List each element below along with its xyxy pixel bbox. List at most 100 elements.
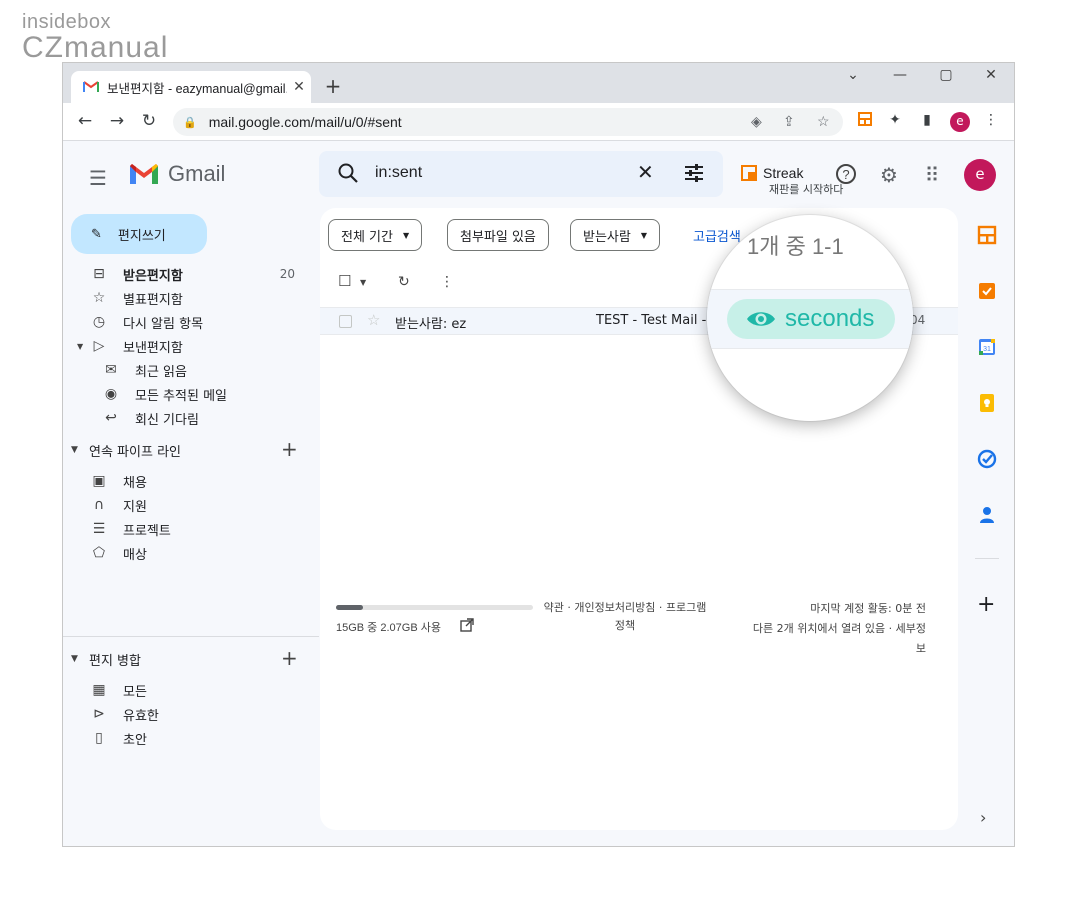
- collapse-caret-icon[interactable]: ▼: [71, 654, 78, 664]
- tasks-check-icon[interactable]: [977, 449, 997, 469]
- play-circle-icon: ⊳: [93, 706, 105, 722]
- add-addon-icon[interactable]: +: [977, 592, 995, 617]
- sidebar-item-pipeline[interactable]: ⬠ 매상: [63, 541, 315, 565]
- row-star-icon[interactable]: ☆: [367, 311, 380, 329]
- footer-links-line2[interactable]: 정책: [534, 617, 716, 635]
- open-external-icon[interactable]: [460, 618, 474, 632]
- sidebar-item-merge[interactable]: ▦ 모든: [63, 678, 315, 702]
- filter-period-chip[interactable]: 전체 기간 ▼: [328, 219, 423, 251]
- close-window-icon[interactable]: ✕: [976, 67, 1006, 83]
- search-input[interactable]: in:sent: [375, 164, 422, 182]
- filter-period-label: 전체 기간: [341, 229, 393, 245]
- new-tab-icon[interactable]: +: [321, 74, 345, 98]
- footer-links[interactable]: 약관 · 개인정보처리방침 · 프로그램 정책: [534, 599, 716, 635]
- magnifier-callout: 1개 중 1-1 › seconds: [707, 215, 913, 421]
- storage-progress-bar: [336, 605, 533, 610]
- sidebar-item-label: 보낸편지함: [123, 340, 183, 356]
- merge-section-header[interactable]: ▼ 편지 병합 +: [63, 647, 315, 671]
- advanced-search-link[interactable]: 고급검색: [693, 226, 741, 245]
- sidebar-item-label: 회신 기다림: [135, 412, 199, 428]
- watermark-line2: CZmanual: [22, 31, 169, 64]
- tab-search-chevron-icon[interactable]: ⌄: [838, 67, 868, 83]
- streak-panel-icon[interactable]: [977, 225, 997, 245]
- select-all-checkbox[interactable]: ☐: [338, 272, 351, 290]
- magnified-count-text: 1개 중 1-1: [747, 234, 844, 259]
- row-checkbox[interactable]: [339, 315, 352, 328]
- reply-icon: ↩: [105, 410, 117, 426]
- refresh-icon[interactable]: ↻: [398, 274, 410, 290]
- search-icon[interactable]: [337, 162, 359, 184]
- more-options-icon[interactable]: ⋮: [440, 274, 454, 290]
- search-options-icon[interactable]: [683, 162, 705, 184]
- main-menu-icon[interactable]: ☰: [89, 166, 107, 190]
- browser-profile-avatar[interactable]: e: [950, 112, 970, 132]
- sidebar-item-recently-read[interactable]: ✉ 최근 읽음: [63, 358, 315, 382]
- footer-links-line1[interactable]: 약관 · 개인정보처리방침 · 프로그램: [534, 599, 716, 617]
- pipeline-section-header[interactable]: ▼ 연속 파이프 라인 +: [63, 438, 315, 462]
- pipeline-section-label: 연속 파이프 라인: [89, 444, 181, 460]
- sidebar-item-starred[interactable]: ☆ 별표편지함: [63, 286, 315, 310]
- sidebar-item-sent[interactable]: ▼ ▷ 보낸편지함: [63, 334, 315, 358]
- sidebar-item-inbox[interactable]: ⊟ 받은편지함 20: [63, 262, 315, 286]
- headset-icon: ∩: [93, 497, 105, 513]
- side-panel-divider: [975, 558, 999, 559]
- seconds-tracking-pill[interactable]: seconds: [727, 299, 895, 339]
- expand-panel-chevron-icon[interactable]: ›: [980, 808, 986, 827]
- sidebar-item-all-tracked[interactable]: ◉ 모든 추적된 메일: [63, 382, 315, 406]
- dropdown-arrow-icon: ▼: [640, 230, 647, 240]
- sidebar-item-merge[interactable]: ⊳ 유효한: [63, 702, 315, 726]
- collapse-caret-icon[interactable]: ▼: [71, 445, 78, 455]
- filter-attachment-chip[interactable]: 첨부파일 있음: [447, 219, 549, 251]
- pencil-icon: ✎: [91, 226, 102, 242]
- extensions-puzzle-icon[interactable]: ✦: [885, 112, 905, 132]
- activity-line2[interactable]: 다른 2개 위치에서 열려 있음 · 세부정: [728, 619, 926, 639]
- clear-search-icon[interactable]: ✕: [637, 160, 654, 184]
- sidebar-item-label: 프로젝트: [123, 523, 171, 539]
- gmail-m-icon: [130, 164, 158, 184]
- select-dropdown-icon[interactable]: ▼: [360, 278, 366, 287]
- add-pipeline-icon[interactable]: +: [281, 438, 298, 460]
- star-icon: ☆: [92, 290, 106, 306]
- contacts-icon[interactable]: [977, 505, 997, 525]
- gmail-logo[interactable]: Gmail: [128, 161, 225, 187]
- streak-extension-icon[interactable]: [855, 112, 875, 132]
- url-field[interactable]: 🔒 mail.google.com/mail/u/0/#sent ◈ ⇪ ☆: [173, 108, 843, 136]
- calendar-icon[interactable]: 31: [977, 337, 997, 357]
- expand-caret-icon[interactable]: ▼: [77, 342, 83, 351]
- sidebar-item-pipeline[interactable]: ∩ 지원: [63, 493, 315, 517]
- maximize-icon[interactable]: ▢: [931, 67, 961, 83]
- sidebar-divider: [63, 636, 319, 637]
- keep-icon[interactable]: [977, 393, 997, 413]
- streak-button[interactable]: Streak: [741, 165, 803, 181]
- account-avatar[interactable]: e: [964, 159, 996, 191]
- tab-close-icon[interactable]: ✕: [287, 79, 311, 95]
- forward-icon[interactable]: →: [105, 111, 129, 131]
- cast-icon[interactable]: ◈: [751, 113, 762, 130]
- add-merge-icon[interactable]: +: [281, 647, 298, 669]
- minimize-icon[interactable]: —: [885, 67, 915, 83]
- mail-search-bar[interactable]: in:sent ✕: [319, 151, 723, 197]
- sidebar-item-pipeline[interactable]: ▣ 채용: [63, 469, 315, 493]
- sidebar-item-merge[interactable]: ▯ 초안: [63, 726, 315, 750]
- apps-grid-icon[interactable]: ⠿: [919, 163, 945, 187]
- reload-icon[interactable]: ↻: [137, 111, 161, 131]
- browser-menu-icon[interactable]: ⋮: [981, 112, 1001, 132]
- row-subject: TEST - Test Mail -: [596, 313, 707, 328]
- tasks-orange-icon[interactable]: [977, 281, 997, 301]
- sidebar-item-pipeline[interactable]: ☰ 프로젝트: [63, 517, 315, 541]
- bookmark-star-icon[interactable]: ☆: [817, 113, 830, 130]
- sidebar-item-label: 초안: [123, 732, 147, 748]
- clock-icon: ◷: [92, 314, 106, 330]
- activity-line3[interactable]: 보: [728, 639, 926, 659]
- compose-button[interactable]: ✎ 편지쓰기: [71, 214, 207, 254]
- back-icon[interactable]: ←: [73, 111, 97, 131]
- filter-recipient-chip[interactable]: 받는사람 ▼: [570, 219, 660, 251]
- share-icon[interactable]: ⇪: [783, 113, 795, 130]
- sidebar-item-snoozed[interactable]: ◷ 다시 알림 항목: [63, 310, 315, 334]
- side-panel-icon[interactable]: ▮: [917, 112, 937, 132]
- browser-tab[interactable]: 보낸편지함 - eazymanual@gmail.com ✕: [71, 71, 311, 103]
- help-icon[interactable]: ?: [833, 163, 859, 190]
- settings-gear-icon[interactable]: ⚙: [876, 163, 902, 187]
- browser-window: 보낸편지함 - eazymanual@gmail.com ✕ + ⌄ — ▢ ✕…: [62, 62, 1015, 847]
- sidebar-item-awaiting-reply[interactable]: ↩ 회신 기다림: [63, 406, 315, 430]
